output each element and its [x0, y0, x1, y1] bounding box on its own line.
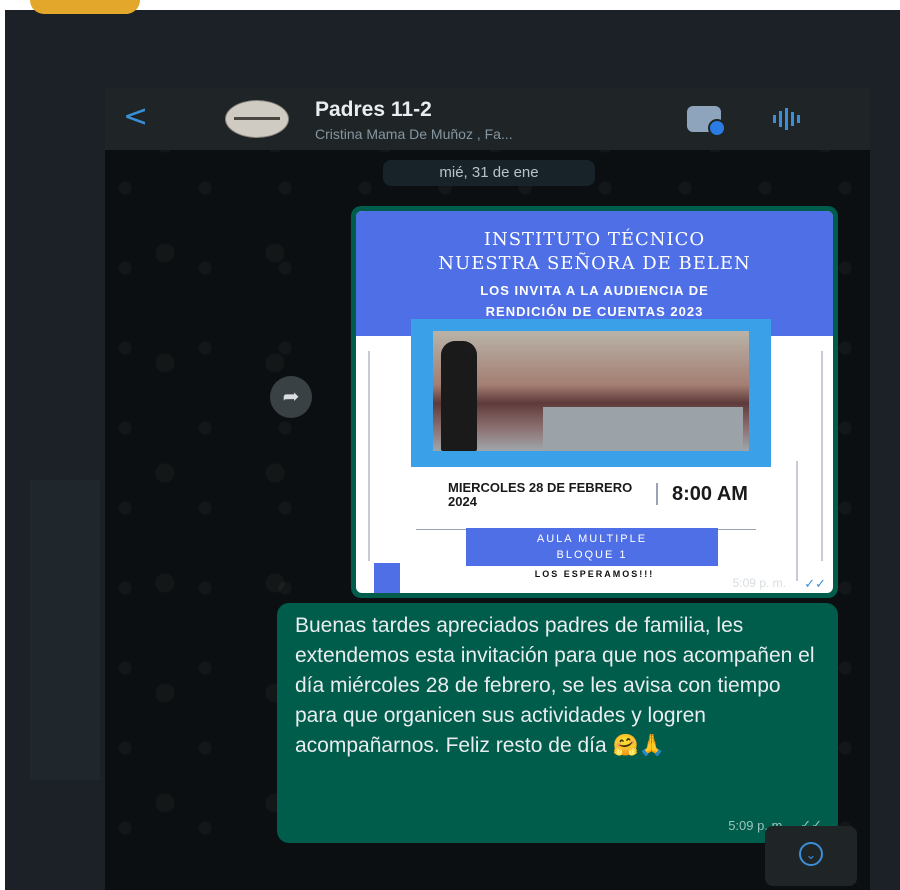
corner-logo — [30, 0, 140, 14]
poster-institution: INSTITUTO TÉCNICO — [483, 229, 706, 250]
text-message[interactable]: Buenas tardes apreciados padres de famil… — [277, 603, 838, 843]
chevron-down-icon: ⌄ — [799, 842, 823, 866]
poster-institution-name: NUESTRA SEÑORA DE BELEN — [438, 253, 751, 274]
poster-invite-text: LOS INVITA A LA AUDIENCIA DE — [480, 283, 709, 298]
poster-date: MIERCOLES 28 DE FEBRERO 2024 — [448, 480, 633, 509]
poster-location: AULA MULTIPLE BLOQUE 1 — [466, 528, 718, 566]
chat-header: < Padres 11-2 Cristina Mama De Muñoz , F… — [105, 88, 870, 150]
message-body: Buenas tardes apreciados padres de famil… — [295, 614, 815, 757]
group-name[interactable]: Padres 11-2 — [315, 98, 432, 122]
badge-dot — [708, 119, 726, 137]
podium-table — [543, 407, 743, 451]
date-separator: mié, 31 de ene — [383, 160, 595, 186]
poster-decoration-line — [821, 351, 823, 561]
poster-location-line1: AULA MULTIPLE — [536, 533, 648, 545]
scroll-to-bottom-button[interactable]: ⌄ — [765, 826, 857, 886]
members-preview[interactable]: Cristina Mama De Muñoz , Fa... — [315, 126, 513, 142]
message-timestamp: 5:09 p. m. — [732, 576, 786, 590]
chat-window: < Padres 11-2 Cristina Mama De Muñoz , F… — [105, 88, 870, 890]
group-avatar[interactable] — [225, 100, 289, 138]
poster-separator — [656, 483, 658, 505]
event-photo — [433, 331, 749, 451]
back-icon[interactable]: < — [123, 102, 148, 132]
background-shade — [30, 480, 100, 780]
invitation-poster[interactable]: INSTITUTO TÉCNICO NUESTRA SEÑORA DE BELE… — [356, 211, 833, 593]
video-call-icon[interactable] — [687, 106, 726, 137]
voice-call-icon[interactable] — [773, 108, 803, 130]
poster-time: 8:00 AM — [672, 483, 748, 505]
poster-decoration-line — [368, 351, 370, 561]
poster-event-name: RENDICIÓN DE CUENTAS 2023 — [485, 304, 704, 319]
poster-corner-block — [374, 563, 400, 593]
read-ticks-icon: ✓✓ — [804, 576, 826, 591]
speaker-figure — [441, 341, 477, 451]
poster-decoration-line — [796, 461, 798, 581]
forward-icon[interactable]: ➦ — [270, 376, 312, 418]
event-photo-frame — [411, 319, 771, 467]
image-message[interactable]: INSTITUTO TÉCNICO NUESTRA SEÑORA DE BELE… — [351, 206, 838, 598]
poster-location-line2: BLOQUE 1 — [556, 549, 628, 561]
